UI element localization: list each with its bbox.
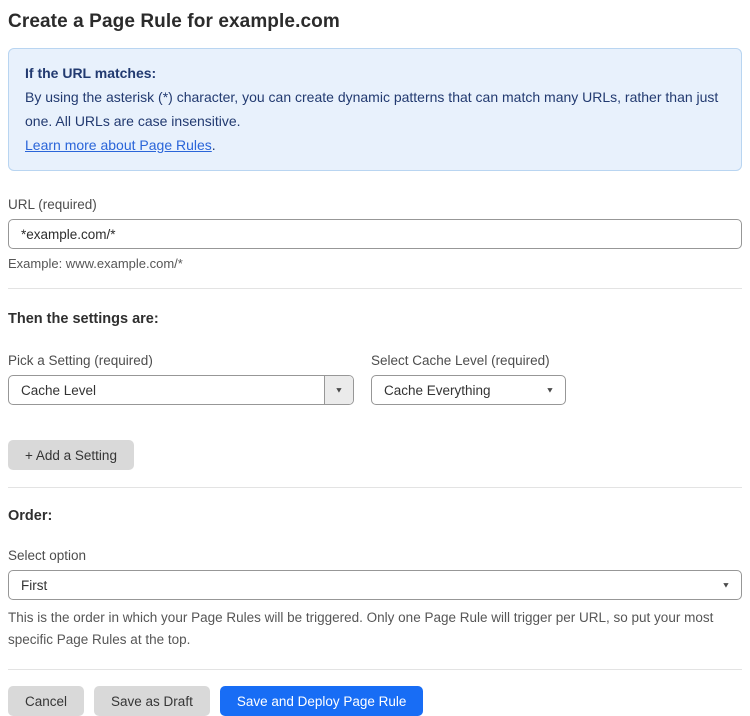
settings-row: Pick a Setting (required) Cache Level ▼ … xyxy=(8,353,742,405)
setting-picker-label: Pick a Setting (required) xyxy=(8,353,153,368)
cache-level-value: Cache Everything xyxy=(384,382,491,398)
link-suffix: . xyxy=(211,137,216,153)
cache-level-arrow: ▼ xyxy=(535,376,565,404)
info-box-link-line: Learn more about Page Rules. xyxy=(25,133,725,157)
order-select-label: Select option xyxy=(8,548,87,563)
url-field-label: URL (required) xyxy=(8,197,97,212)
setting-picker-dropdown[interactable]: Cache Level ▼ xyxy=(8,375,354,405)
divider xyxy=(8,288,742,289)
settings-section-heading: Then the settings are: xyxy=(8,311,159,327)
order-select-dropdown[interactable]: First ▼ xyxy=(8,570,742,600)
page-title: Create a Page Rule for example.com xyxy=(8,11,340,32)
cache-level-dropdown[interactable]: Cache Everything ▼ xyxy=(371,375,566,405)
info-box-body: By using the asterisk (*) character, you… xyxy=(25,89,719,129)
setting-picker-value: Cache Level xyxy=(21,382,97,398)
info-box-heading: If the URL matches: xyxy=(25,65,157,81)
learn-more-link[interactable]: Learn more about Page Rules xyxy=(25,137,212,153)
order-helper-text: This is the order in which your Page Rul… xyxy=(8,610,714,647)
create-page-rule-form: Create a Page Rule for example.com If th… xyxy=(0,0,750,716)
cache-level-label: Select Cache Level (required) xyxy=(371,353,550,368)
divider xyxy=(8,669,742,670)
url-input[interactable] xyxy=(8,219,742,249)
divider xyxy=(8,487,742,488)
cache-level-column: Select Cache Level (required) Cache Ever… xyxy=(371,353,566,405)
url-match-info-box: If the URL matches: By using the asteris… xyxy=(8,48,742,171)
add-setting-button[interactable]: + Add a Setting xyxy=(8,440,134,470)
chevron-down-icon: ▼ xyxy=(334,385,344,394)
order-section-heading: Order: xyxy=(8,508,53,524)
chevron-down-icon: ▼ xyxy=(721,580,731,589)
url-example-helper: Example: www.example.com/* xyxy=(8,256,183,271)
order-select-arrow: ▼ xyxy=(711,571,741,599)
setting-picker-column: Pick a Setting (required) Cache Level ▼ xyxy=(8,353,354,405)
setting-picker-arrow-button[interactable]: ▼ xyxy=(324,376,353,404)
order-select-value: First xyxy=(21,577,48,593)
chevron-down-icon: ▼ xyxy=(545,385,555,394)
